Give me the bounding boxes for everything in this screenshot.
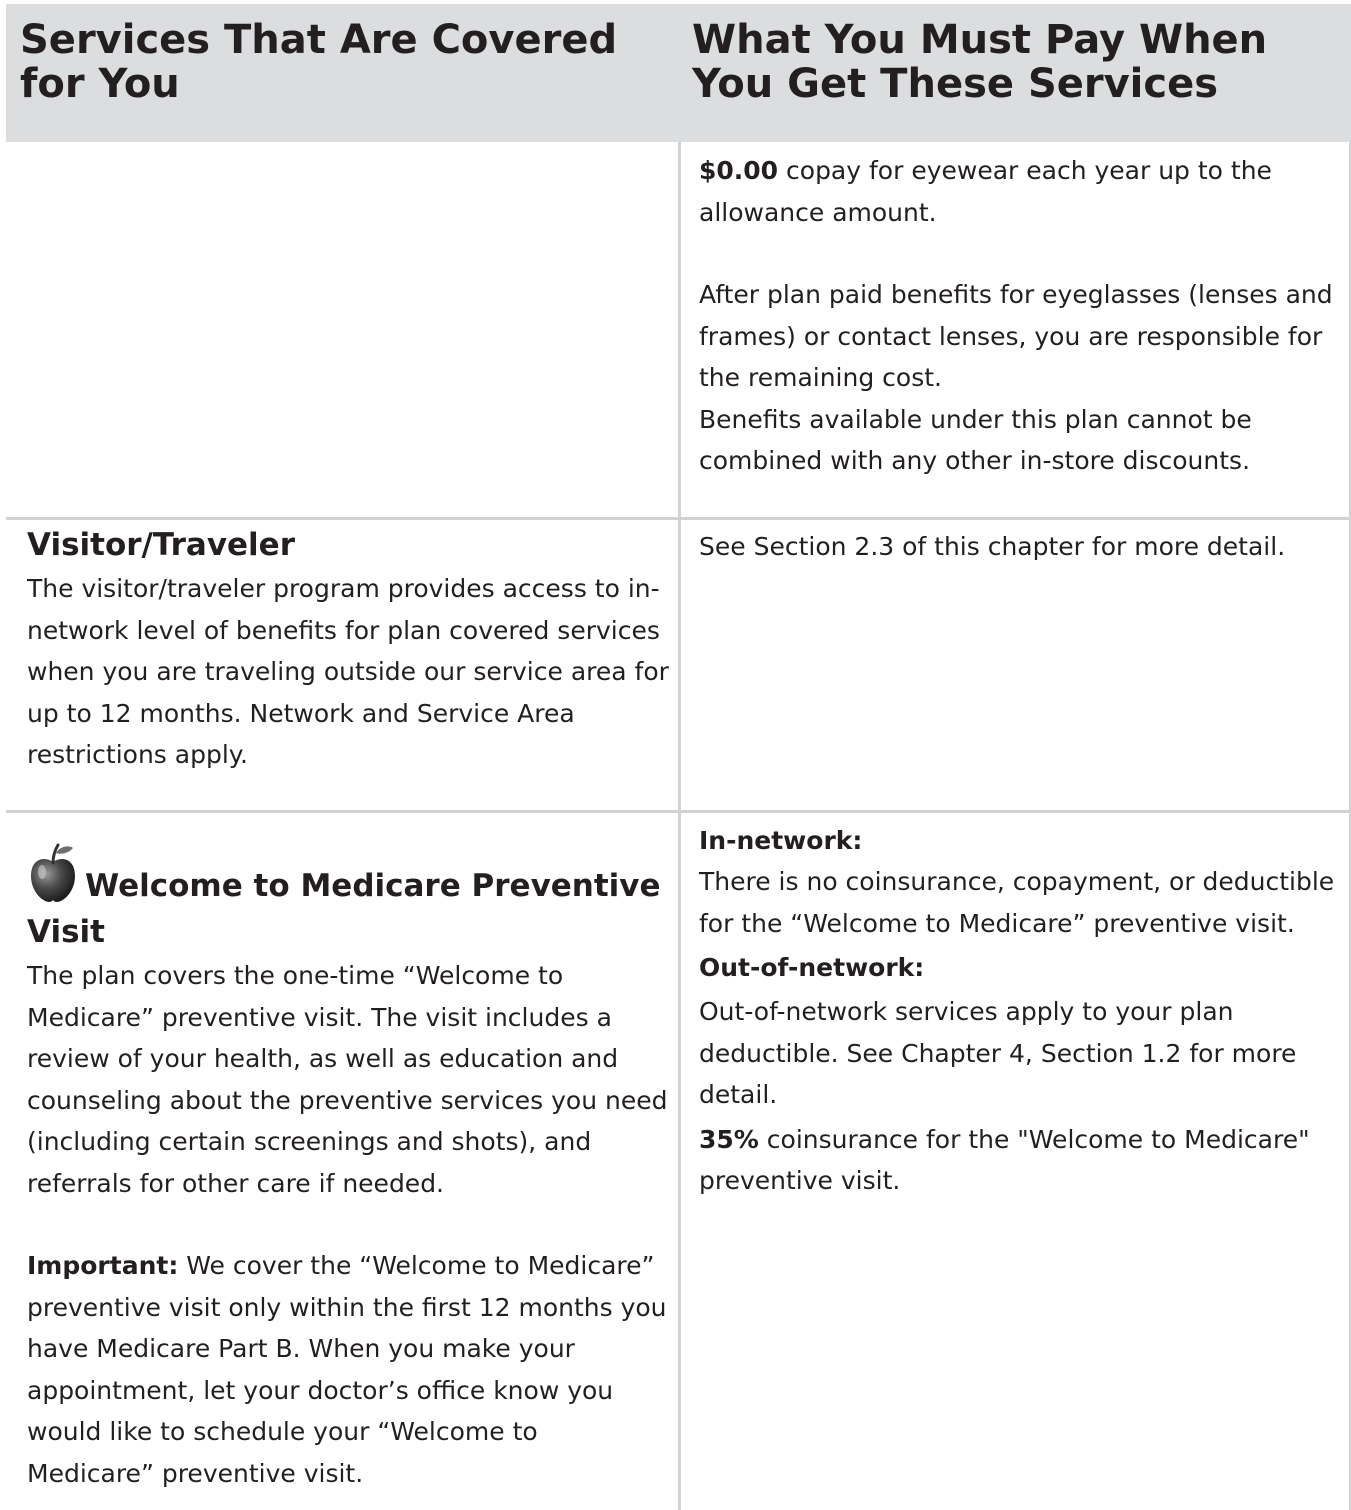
- eyewear-copay-amount: $0.00: [699, 156, 779, 185]
- out-of-network-text: Out-of-network services apply to your pl…: [699, 997, 1297, 1109]
- in-network-label: In-network:: [699, 826, 863, 855]
- visitor-traveler-cost-text: See Section 2.3 of this chapter for more…: [699, 532, 1286, 561]
- visitor-traveler-cost-cell: See Section 2.3 of this chapter for more…: [699, 526, 1344, 568]
- welcome-medicare-cell: Welcome to Medicare Preventive Visit The…: [27, 820, 672, 1494]
- apple-icon: [27, 842, 79, 904]
- benefits-table: Services That Are Covered for You What Y…: [6, 4, 1351, 1510]
- header-what-you-pay: What You Must Pay When You Get These Ser…: [692, 17, 1268, 107]
- table-header: Services That Are Covered for You What Y…: [6, 4, 1351, 142]
- row-divider: [6, 810, 1351, 813]
- eyewear-discount-note: Benefits available under this plan canno…: [699, 404, 1252, 476]
- eyewear-cost-cell: $0.00 copay for eyewear each year up to …: [699, 150, 1344, 482]
- eyewear-copay-text: $0.00 copay for eyewear each year up to …: [699, 156, 1272, 227]
- welcome-medicare-title: Welcome to Medicare Preventive Visit: [27, 820, 672, 955]
- in-network-text: There is no coinsurance, copayment, or d…: [699, 867, 1335, 938]
- welcome-medicare-important-note: Important: We cover the “Welcome to Medi…: [27, 1251, 667, 1488]
- welcome-medicare-cost-cell: In-network: There is no coinsurance, cop…: [699, 820, 1344, 1202]
- eyewear-remaining-cost-text: After plan paid benefits for eyeglasses …: [699, 280, 1333, 392]
- out-of-network-label: Out-of-network:: [699, 953, 925, 982]
- coinsurance-percent: 35%: [699, 1124, 759, 1154]
- header-services-covered: Services That Are Covered for You: [20, 17, 618, 107]
- column-divider: [678, 142, 681, 1510]
- visitor-traveler-description: The visitor/traveler program provides ac…: [27, 574, 669, 769]
- welcome-medicare-description: The plan covers the one-time “Welcome to…: [27, 961, 668, 1198]
- coinsurance-text: 35% coinsurance for the "Welcome to Medi…: [699, 1124, 1310, 1196]
- visitor-traveler-cell: Visitor/Traveler The visitor/traveler pr…: [27, 522, 672, 776]
- visitor-traveler-title: Visitor/Traveler: [27, 527, 295, 563]
- row-divider: [6, 517, 1351, 520]
- important-label: Important:: [27, 1251, 179, 1280]
